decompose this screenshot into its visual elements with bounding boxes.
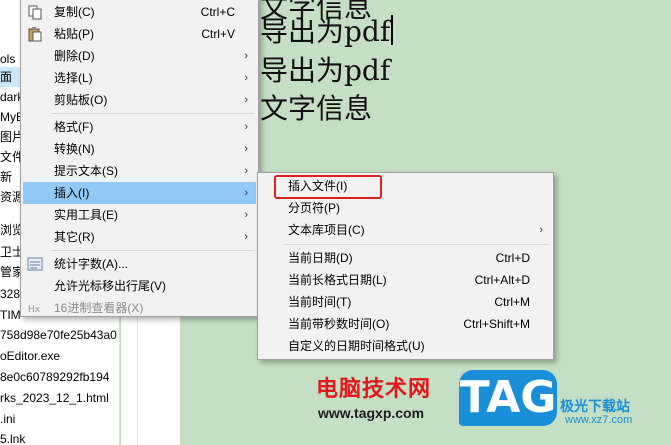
- menu-item-label: 其它(R): [54, 230, 95, 244]
- submenu-arrow-icon: ›: [244, 187, 248, 199]
- paste-icon: [28, 27, 42, 42]
- context-menu: 复制(C) Ctrl+C 粘贴(P) Ctrl+V 删除(D) › 选择(L) …: [20, 0, 259, 317]
- menu-item-shortcut: Ctrl+Shift+M: [463, 317, 530, 331]
- file-list-item[interactable]: .ini: [0, 409, 15, 429]
- menu-item-other[interactable]: 其它(R) ›: [23, 226, 256, 248]
- menu-item-label: 转换(N): [54, 142, 95, 156]
- file-list-item[interactable]: 新: [0, 167, 12, 187]
- editor-line[interactable]: 文字信息: [260, 91, 372, 127]
- file-list-item[interactable]: rks_2023_12_1.html: [0, 388, 109, 408]
- watermark-url: www.tagxp.com: [318, 405, 425, 421]
- watermark-site: 极光下载站: [560, 398, 630, 414]
- hex-icon: Hx: [28, 305, 41, 315]
- text-caret: [391, 15, 394, 45]
- submenu-arrow-icon: ›: [244, 121, 248, 133]
- menu-item-word-count[interactable]: 统计字数(A)...: [23, 253, 256, 275]
- submenu-arrow-icon: ›: [244, 231, 248, 243]
- menu-item-hex-viewer: Hx 16进制查看器(X): [23, 297, 256, 319]
- watermark-site-url: www.xz7.com: [565, 414, 633, 426]
- submenu-arrow-icon: ›: [244, 94, 248, 106]
- editor-line-text: 导出为pdf: [260, 15, 391, 48]
- editor-line[interactable]: 导出为pdf: [260, 14, 394, 50]
- menu-item-shortcut: Ctrl+C: [200, 5, 235, 19]
- menu-item-shortcut: Ctrl+M: [494, 295, 530, 309]
- submenu-arrow-icon: ›: [539, 224, 543, 236]
- svg-text:Hx: Hx: [28, 305, 41, 315]
- file-list-item[interactable]: ols: [0, 49, 15, 69]
- copy-icon: [28, 5, 42, 20]
- file-list-item[interactable]: 328: [0, 284, 20, 304]
- menu-item-current-time[interactable]: 当前时间(T) Ctrl+M: [260, 291, 551, 313]
- menu-separator: [51, 113, 254, 114]
- menu-item-current-long-date[interactable]: 当前长格式日期(L) Ctrl+Alt+D: [260, 269, 551, 291]
- menu-item-shortcut: Ctrl+Alt+D: [474, 273, 530, 287]
- menu-item-label: 复制(C): [54, 5, 95, 19]
- menu-item-utilities[interactable]: 实用工具(E) ›: [23, 204, 256, 226]
- menu-item-label: 插入(I): [54, 186, 90, 200]
- menu-item-label: 文本库项目(C): [288, 223, 365, 237]
- menu-item-copy[interactable]: 复制(C) Ctrl+C: [23, 1, 256, 23]
- menu-item-shortcut: Ctrl+V: [201, 27, 235, 41]
- menu-item-page-break[interactable]: 分页符(P): [260, 197, 551, 219]
- menu-item-insert[interactable]: 插入(I) ›: [23, 182, 256, 204]
- submenu-arrow-icon: ›: [244, 165, 248, 177]
- menu-item-label: 允许光标移出行尾(V): [54, 279, 166, 293]
- menu-item-label: 选择(L): [54, 71, 93, 85]
- menu-item-clipboard[interactable]: 剪贴板(O) ›: [23, 89, 256, 111]
- menu-item-label: 当前日期(D): [288, 251, 353, 265]
- insert-submenu: 插入文件(I) 分页符(P) 文本库项目(C) › 当前日期(D) Ctrl+D…: [257, 172, 554, 360]
- file-list-item[interactable]: 5.lnk: [0, 429, 25, 445]
- file-list-item[interactable]: 8e0c60789292fb194: [0, 367, 109, 387]
- menu-item-paste[interactable]: 粘贴(P) Ctrl+V: [23, 23, 256, 45]
- menu-item-select[interactable]: 选择(L) ›: [23, 67, 256, 89]
- submenu-arrow-icon: ›: [244, 143, 248, 155]
- menu-item-label: 实用工具(E): [54, 208, 118, 222]
- menu-item-label: 当前时间(T): [288, 295, 352, 309]
- watermark-brand: 电脑技术网: [316, 377, 432, 402]
- submenu-arrow-icon: ›: [244, 209, 248, 221]
- file-list-item[interactable]: oEditor.exe: [0, 346, 60, 366]
- word-count-icon: [27, 257, 43, 271]
- menu-item-custom-datetime[interactable]: 自定义的日期时间格式(U): [260, 335, 551, 357]
- menu-item-label: 格式(F): [54, 120, 94, 134]
- menu-item-label: 粘贴(P): [54, 27, 94, 41]
- menu-item-label: 统计字数(A)...: [54, 257, 128, 271]
- menu-item-hint-text[interactable]: 提示文本(S) ›: [23, 160, 256, 182]
- menu-item-shortcut: Ctrl+D: [495, 251, 530, 265]
- menu-item-label: 16进制查看器(X): [54, 301, 144, 315]
- menu-item-current-date[interactable]: 当前日期(D) Ctrl+D: [260, 247, 551, 269]
- menu-item-label: 自定义的日期时间格式(U): [288, 339, 425, 353]
- menu-item-text-library[interactable]: 文本库项目(C) ›: [260, 219, 551, 241]
- menu-item-label: 当前带秒数时间(O): [288, 317, 390, 331]
- menu-item-format[interactable]: 格式(F) ›: [23, 116, 256, 138]
- watermark-tag-logo: TAG: [459, 370, 557, 426]
- menu-item-label: 当前长格式日期(L): [288, 273, 387, 287]
- file-list-item[interactable]: TIM: [0, 305, 21, 325]
- menu-item-convert[interactable]: 转换(N) ›: [23, 138, 256, 160]
- menu-separator: [285, 244, 549, 245]
- menu-item-label: 删除(D): [54, 49, 95, 63]
- menu-item-allow-caret-past-eol[interactable]: 允许光标移出行尾(V): [23, 275, 256, 297]
- menu-item-delete[interactable]: 删除(D) ›: [23, 45, 256, 67]
- submenu-arrow-icon: ›: [244, 50, 248, 62]
- submenu-arrow-icon: ›: [244, 72, 248, 84]
- menu-separator: [51, 250, 254, 251]
- editor-line[interactable]: 导出为pdf: [260, 53, 390, 89]
- file-list-item[interactable]: 758d98e70fe25b43a0: [0, 325, 117, 345]
- menu-item-label: 分页符(P): [288, 201, 340, 215]
- menu-item-current-time-seconds[interactable]: 当前带秒数时间(O) Ctrl+Shift+M: [260, 313, 551, 335]
- menu-item-label: 提示文本(S): [54, 164, 118, 178]
- menu-item-label: 剪贴板(O): [54, 93, 108, 107]
- highlight-callout: [274, 175, 382, 199]
